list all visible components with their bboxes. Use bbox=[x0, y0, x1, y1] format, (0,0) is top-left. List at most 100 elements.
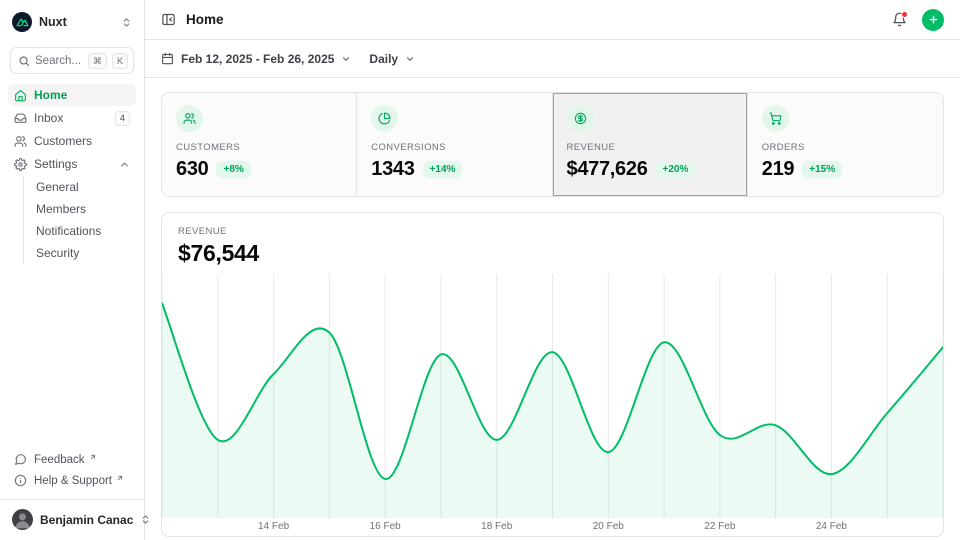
pie-chart-icon bbox=[371, 105, 398, 132]
revenue-chart-svg bbox=[162, 274, 943, 518]
interval-select[interactable]: Daily bbox=[369, 52, 415, 66]
stat-delta-badge: +15% bbox=[802, 161, 842, 178]
chart-metric-value: $76,544 bbox=[178, 240, 927, 267]
user-name: Benjamin Canac bbox=[40, 513, 133, 527]
stat-delta-badge: +20% bbox=[656, 161, 696, 178]
users-icon bbox=[176, 105, 203, 132]
sidebar: Nuxt ⌘ K Home Inbox 4 Customers Settings bbox=[0, 0, 145, 540]
stat-value: $477,626 bbox=[567, 158, 648, 181]
chart-metric-label: REVENUE bbox=[178, 226, 927, 237]
inbox-count-badge: 4 bbox=[115, 111, 130, 126]
stats-row: CUSTOMERS 630 +8% CONVERSIONS 1343 +14% bbox=[161, 92, 944, 197]
user-menu[interactable]: Benjamin Canac bbox=[8, 507, 136, 532]
stat-label: REVENUE bbox=[567, 142, 733, 153]
avatar bbox=[12, 509, 33, 530]
sub-item-label: Notifications bbox=[36, 224, 101, 238]
panel-collapse-icon bbox=[161, 12, 176, 27]
external-link-icon bbox=[116, 474, 124, 482]
page-title: Home bbox=[186, 12, 876, 27]
workspace-name: Nuxt bbox=[39, 15, 114, 29]
dollar-circle-icon bbox=[567, 105, 594, 132]
settings-sub-nav: General Members Notifications Security bbox=[23, 176, 136, 264]
sidebar-nav: Home Inbox 4 Customers Settings General … bbox=[8, 84, 136, 264]
feedback-label: Feedback bbox=[34, 454, 85, 466]
workspace-selector[interactable]: Nuxt bbox=[8, 9, 136, 35]
chevron-up-icon bbox=[119, 159, 130, 170]
kbd-meta: ⌘ bbox=[88, 53, 107, 69]
inbox-icon bbox=[14, 112, 27, 125]
stat-card-revenue[interactable]: REVENUE $477,626 +20% bbox=[553, 93, 748, 196]
help-support-label: Help & Support bbox=[34, 475, 112, 487]
gear-icon bbox=[14, 158, 27, 171]
x-axis-tick-label: 16 Feb bbox=[370, 521, 401, 532]
sidebar-item-label: Inbox bbox=[34, 111, 108, 125]
kbd-k: K bbox=[112, 53, 128, 69]
sub-item-label: Members bbox=[36, 202, 86, 216]
stat-delta-badge: +8% bbox=[216, 161, 250, 178]
stat-label: ORDERS bbox=[762, 142, 929, 153]
revenue-chart-card: REVENUE $76,544 14 Feb 16 Feb 18 Feb 20 Feb… bbox=[161, 212, 944, 537]
search-input-container[interactable]: ⌘ K bbox=[10, 47, 134, 74]
calendar-icon bbox=[161, 52, 174, 65]
chat-bubble-icon bbox=[14, 453, 27, 466]
date-range-picker[interactable]: Feb 12, 2025 - Feb 26, 2025 bbox=[161, 52, 351, 66]
chevron-up-down-icon bbox=[140, 514, 151, 525]
sidebar-item-inbox[interactable]: Inbox 4 bbox=[8, 107, 136, 129]
feedback-link[interactable]: Feedback bbox=[8, 449, 136, 470]
sidebar-item-customers[interactable]: Customers bbox=[8, 130, 136, 152]
sub-item-label: General bbox=[36, 180, 79, 194]
sidebar-item-security[interactable]: Security bbox=[28, 242, 136, 264]
users-icon bbox=[14, 135, 27, 148]
stat-value: 219 bbox=[762, 158, 794, 181]
stat-value: 1343 bbox=[371, 158, 414, 181]
sub-item-label: Security bbox=[36, 246, 79, 260]
stat-card-conversions[interactable]: CONVERSIONS 1343 +14% bbox=[357, 93, 552, 196]
stat-label: CUSTOMERS bbox=[176, 142, 342, 153]
chart-plot-area[interactable] bbox=[162, 274, 943, 518]
notifications-button[interactable] bbox=[886, 7, 912, 33]
date-range-label: Feb 12, 2025 - Feb 26, 2025 bbox=[181, 52, 334, 66]
shopping-cart-icon bbox=[762, 105, 789, 132]
x-axis-tick-label: 20 Feb bbox=[593, 521, 624, 532]
external-link-icon bbox=[89, 453, 97, 461]
collapse-sidebar-button[interactable] bbox=[161, 12, 176, 27]
sidebar-item-home[interactable]: Home bbox=[8, 84, 136, 106]
stat-delta-badge: +14% bbox=[423, 161, 463, 178]
content: CUSTOMERS 630 +8% CONVERSIONS 1343 +14% bbox=[145, 78, 960, 540]
chevron-up-down-icon bbox=[121, 17, 132, 28]
x-axis-tick-label: 22 Feb bbox=[704, 521, 735, 532]
chevron-down-icon bbox=[341, 54, 351, 64]
toolbar: Feb 12, 2025 - Feb 26, 2025 Daily bbox=[145, 40, 960, 78]
sidebar-item-label: Settings bbox=[34, 157, 112, 171]
sidebar-item-settings[interactable]: Settings bbox=[8, 153, 136, 175]
search-icon bbox=[18, 55, 30, 67]
add-button[interactable] bbox=[922, 9, 944, 31]
x-axis-tick-label: 24 Feb bbox=[816, 521, 847, 532]
chart-header: REVENUE $76,544 bbox=[162, 213, 943, 274]
interval-label: Daily bbox=[369, 52, 398, 66]
stat-value: 630 bbox=[176, 158, 208, 181]
search-input[interactable] bbox=[35, 55, 83, 67]
home-icon bbox=[14, 89, 27, 102]
sidebar-item-general[interactable]: General bbox=[28, 176, 136, 198]
x-axis-labels: 14 Feb 16 Feb 18 Feb 20 Feb 22 Feb 24 Feb bbox=[162, 518, 943, 536]
stat-card-orders[interactable]: ORDERS 219 +15% bbox=[748, 93, 943, 196]
sidebar-spacer bbox=[8, 264, 136, 449]
stat-card-customers[interactable]: CUSTOMERS 630 +8% bbox=[162, 93, 357, 196]
x-axis-tick-label: 14 Feb bbox=[258, 521, 289, 532]
header: Home bbox=[145, 0, 960, 40]
stat-label: CONVERSIONS bbox=[371, 142, 537, 153]
x-axis-tick-label: 18 Feb bbox=[481, 521, 512, 532]
nuxt-logo-icon bbox=[12, 12, 32, 32]
info-circle-icon bbox=[14, 474, 27, 487]
sidebar-item-label: Customers bbox=[34, 134, 130, 148]
sidebar-item-label: Home bbox=[34, 88, 130, 102]
sidebar-divider bbox=[0, 499, 144, 500]
sidebar-item-notifications[interactable]: Notifications bbox=[28, 220, 136, 242]
notification-dot bbox=[901, 11, 908, 18]
main-area: Home Feb 12, 2025 - Feb 26, 2025 Daily bbox=[145, 0, 960, 540]
sidebar-item-members[interactable]: Members bbox=[28, 198, 136, 220]
plus-icon bbox=[928, 14, 939, 25]
chevron-down-icon bbox=[405, 54, 415, 64]
help-support-link[interactable]: Help & Support bbox=[8, 470, 136, 491]
